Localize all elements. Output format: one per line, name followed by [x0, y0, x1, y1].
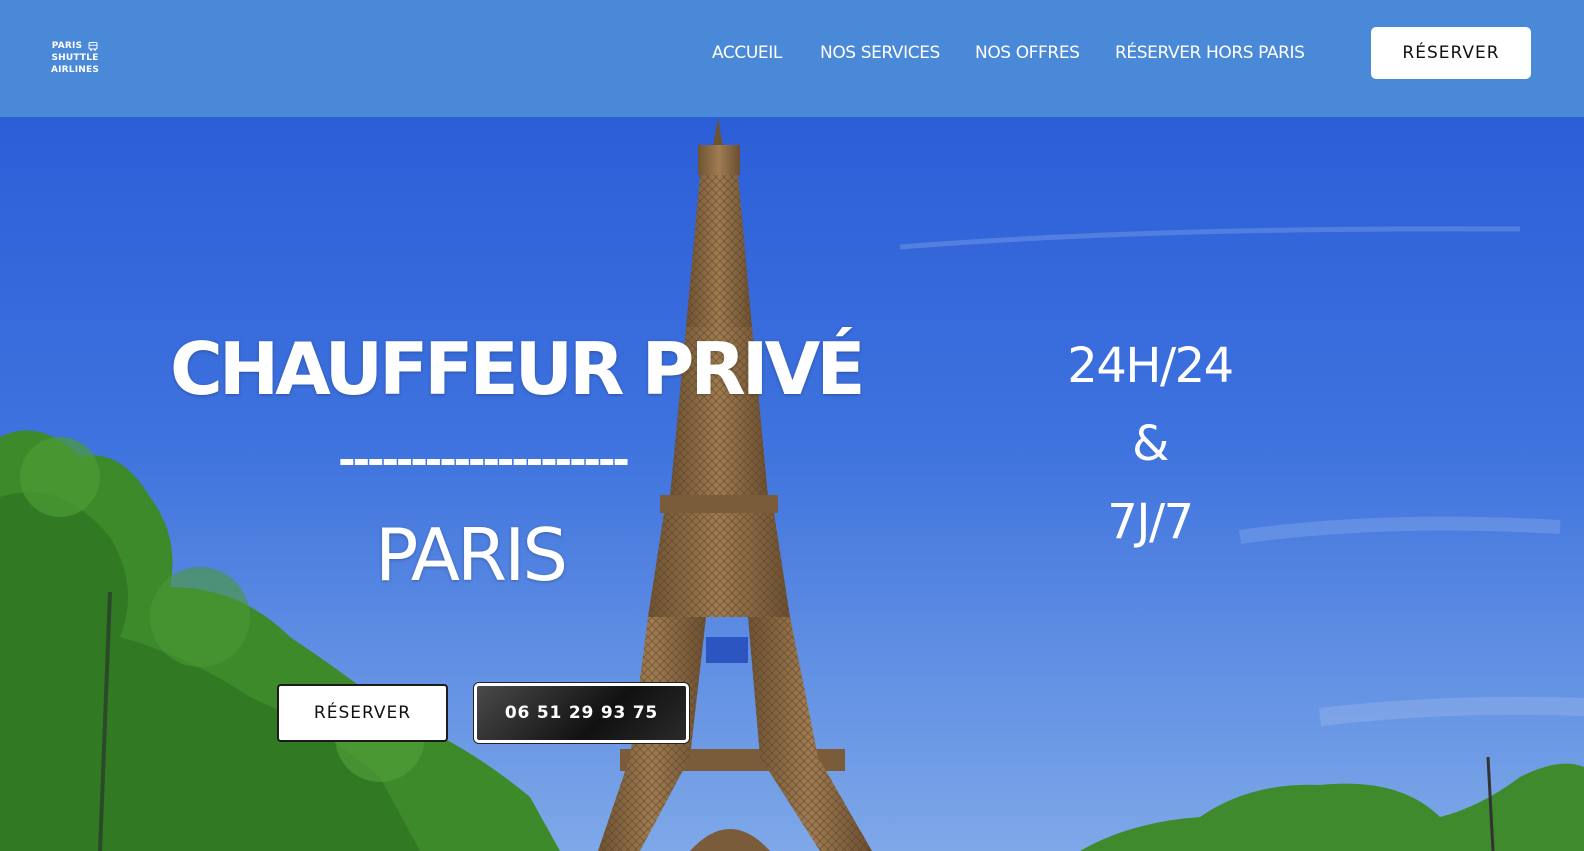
- hours-line-7j: 7J/7: [1107, 494, 1194, 550]
- nav-item-accueil[interactable]: ACCUEIL: [712, 40, 782, 66]
- hero-reserve-button[interactable]: RÉSERVER: [277, 684, 448, 742]
- header-reserve-button[interactable]: RÉSERVER: [1371, 27, 1531, 79]
- nav-item-nos-offres[interactable]: NOS OFFRES: [975, 40, 1080, 66]
- logo-text-paris: PARIS: [51, 41, 83, 51]
- hours-line-24h: 24H/24: [1067, 338, 1234, 394]
- hero-city: PARIS: [374, 513, 568, 597]
- nav-item-reserver-hors-paris[interactable]: RÉSERVER HORS PARIS: [1115, 40, 1305, 66]
- bus-icon: [88, 41, 98, 51]
- hero-title: CHAUFFEUR PRIVÉ: [170, 327, 866, 411]
- site-header: PARIS SHUTTLE AIRLINES ACCUEIL NOS SERVI…: [0, 0, 1584, 117]
- logo-text-shuttle-airlines: SHUTTLE AIRLINES: [50, 53, 100, 75]
- hero-hours: 24H/24 & 7J/7: [1040, 327, 1260, 561]
- brand-logo[interactable]: PARIS SHUTTLE AIRLINES: [30, 40, 120, 75]
- nav-item-nos-services[interactable]: NOS SERVICES: [820, 40, 940, 66]
- phone-call-button[interactable]: 06 51 29 93 75: [474, 683, 689, 743]
- hours-line-ampersand: &: [1132, 416, 1169, 472]
- hero-section: CHAUFFEUR PRIVÉ -------------------- PAR…: [0, 117, 1584, 851]
- hero-divider: --------------------: [338, 435, 630, 484]
- eiffel-tower-background-image: [0, 117, 1584, 851]
